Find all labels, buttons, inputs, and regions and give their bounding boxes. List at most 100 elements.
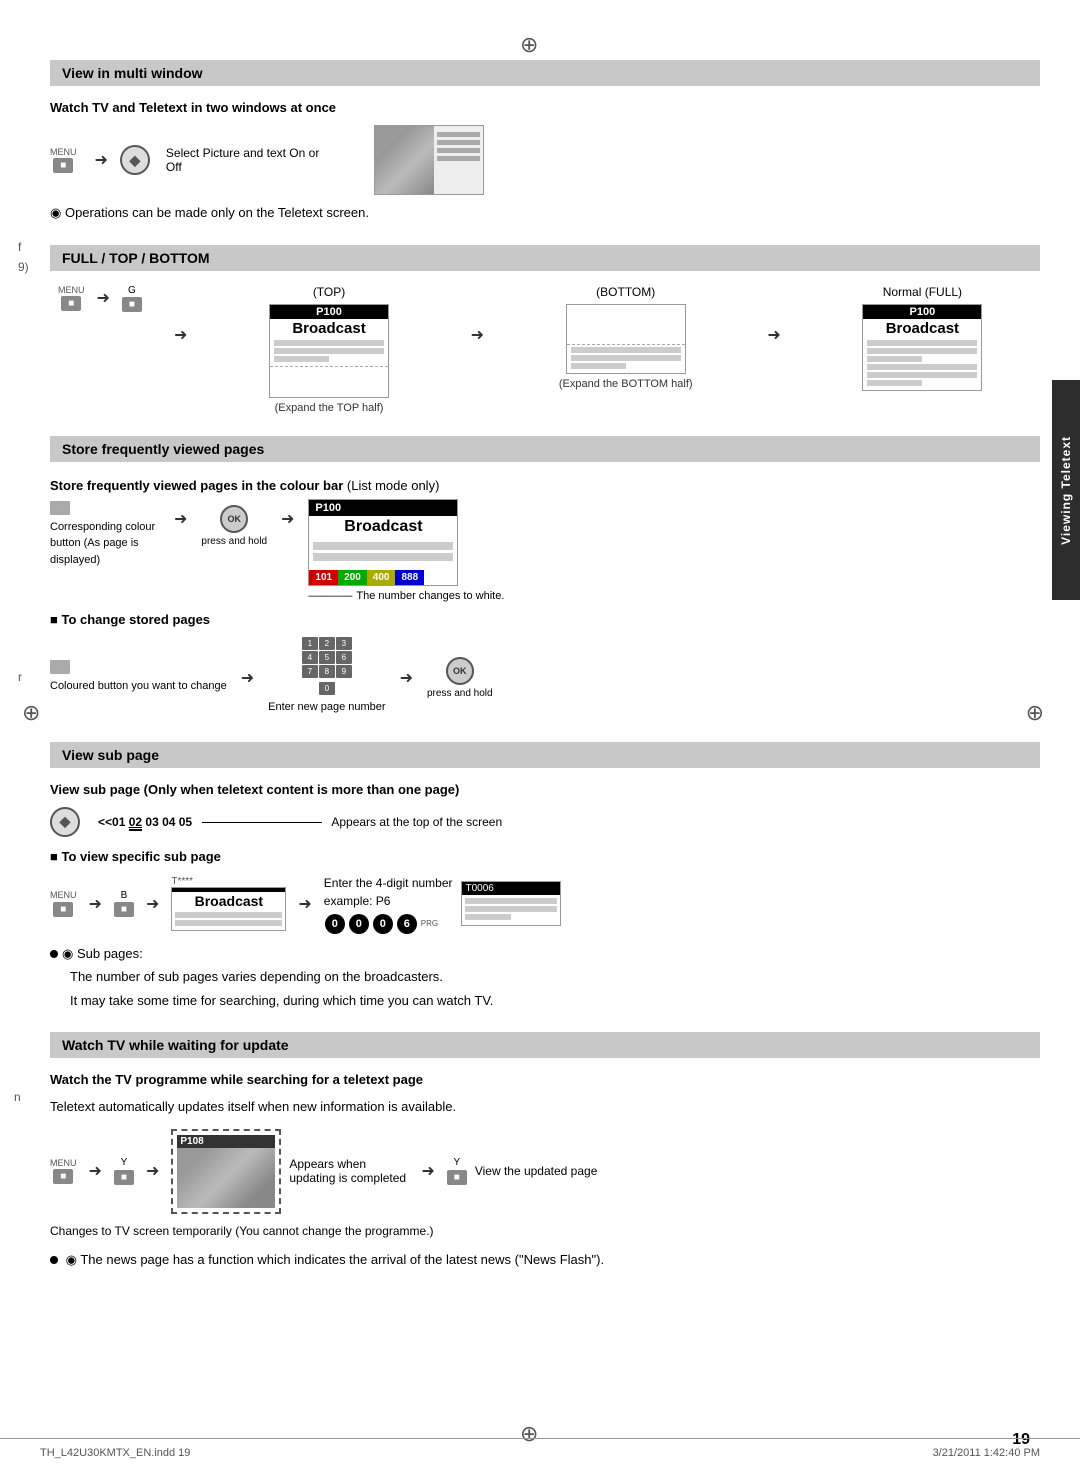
h-line-3 <box>274 356 329 362</box>
numpad-group: 1 2 3 4 5 6 7 8 9 0 Ent <box>268 637 385 720</box>
bottom-box-top-empty <box>567 305 685 345</box>
cb-yellow: 400 <box>367 570 396 585</box>
section-full-top-bottom: FULL / TOP / BOTTOM MENU ■ ➜ G ■ <box>50 245 1040 414</box>
subpage-indicator-row: <<01 02 03 04 05 Appears at the top of t… <box>50 807 1040 837</box>
full-box-header: P100 <box>863 305 981 319</box>
appears-top-note: Appears at the top of the screen <box>331 815 502 829</box>
left-margin-9: 9) <box>18 260 29 274</box>
changes-tv-temp: Changes to TV screen temporarily (You ca… <box>50 1222 1040 1240</box>
bb-line-2 <box>175 920 282 926</box>
crosshair-right: ⊕ <box>1026 700 1044 726</box>
key-0: 0 <box>319 682 335 695</box>
subpage-subsection-title: View sub page (Only when teletext conten… <box>50 782 1040 797</box>
store-box-p100: P100 <box>315 502 341 514</box>
y-btn-group: Y ■ <box>114 1157 134 1184</box>
crosshair-top: ⊕ <box>520 32 538 58</box>
footer-left: TH_L42U30KMTX_EN.indd 19 <box>40 1447 190 1459</box>
f-line-2 <box>867 348 977 354</box>
menu-btn-group: MENU ■ <box>50 147 77 173</box>
colour-btn-square <box>50 501 70 515</box>
expand-bottom-caption: (Expand the BOTTOM half) <box>508 378 743 390</box>
bullet-icon-1 <box>50 950 58 958</box>
specific-subpage-title: ■ To view specific sub page <box>50 849 1040 864</box>
key-4: 4 <box>302 651 318 664</box>
specific-subpage-row: MENU ■ ➜ B ■ ➜ T**** Bro <box>50 874 1040 934</box>
key-6: 6 <box>336 651 352 664</box>
full-box-broadcast: Broadcast <box>863 319 981 338</box>
page-footer: TH_L42U30KMTX_EN.indd 19 3/21/2011 1:42:… <box>0 1438 1080 1459</box>
menu-g-row: MENU ■ ➜ G ■ <box>58 285 142 312</box>
news-flash-note: ◉ The news page has a function which ind… <box>50 1250 1040 1270</box>
p108-container: P108 <box>171 1129 281 1214</box>
menu-btn-ftb: MENU ■ <box>58 285 85 311</box>
left-margin-r: r <box>18 670 22 684</box>
y-button2: ■ <box>447 1170 467 1185</box>
section5-subsection-title: Watch the TV programme while searching f… <box>50 1072 1040 1087</box>
change-stored-section: ■ To change stored pages Coloured button… <box>50 612 1040 720</box>
top-half-box: P100 Broadcast <box>269 304 389 398</box>
colour-btn-square2 <box>50 660 70 674</box>
store-row-main: Corresponding colour button (As page is … <box>50 499 1040 602</box>
subpage-notes: ◉ Sub pages: The number of sub pages var… <box>50 944 1040 1011</box>
ok-btn-store: OK press and hold <box>201 503 267 547</box>
dash-line: ———— <box>308 590 352 602</box>
h-line-1 <box>274 340 384 346</box>
prg-label: PRG <box>421 919 438 928</box>
tv-line-3 <box>437 148 480 153</box>
full-box-p100: P100 <box>910 306 936 318</box>
section-view-sub-page: View sub page View sub page (Only when t… <box>50 742 1040 1011</box>
arrow-ftb: ➜ <box>97 288 110 308</box>
f-line-1 <box>867 340 977 346</box>
top-box-p100: P100 <box>316 306 342 318</box>
subpage-note1: ◉ Sub pages: <box>50 944 1040 964</box>
watch-tv-update-row: MENU ■ ➜ Y ■ ➜ P108 <box>50 1129 1040 1214</box>
change-stored-row: Coloured button you want to change ➜ 1 2… <box>50 637 1040 720</box>
select-instruction: Select Picture and text On or Off <box>166 146 326 174</box>
menu-button-update: ■ <box>53 1169 73 1184</box>
bb-lines-sub <box>172 910 285 930</box>
bullet-icon-2 <box>50 1256 58 1264</box>
store-title-suffix: (List mode only) <box>347 478 439 493</box>
ok-btn-change: OK press and hold <box>427 657 493 699</box>
arrow-ftb3: ➜ <box>471 325 484 345</box>
s-line-1 <box>313 542 453 550</box>
b-btn-group: B ■ <box>114 890 134 917</box>
footer-right: 3/21/2011 1:42:40 PM <box>933 1447 1040 1459</box>
key-3: 3 <box>336 637 352 650</box>
coloured-btn-change: Coloured button you want to change <box>50 658 227 698</box>
full-col: Normal (FULL) P100 Broadcast <box>805 285 1040 391</box>
multi-window-row: MENU ■ ➜ Select Picture and text On or O… <box>50 125 1040 195</box>
bottom-box-lines <box>567 345 685 373</box>
nav-circle-icon-1 <box>120 145 150 175</box>
tv-left-panel <box>375 126 434 194</box>
y-label: Y <box>114 1157 134 1168</box>
bottom-col: (BOTTOM) (Expand the BOTTOM half) <box>508 285 743 390</box>
press-hold-2: press and hold <box>427 688 493 699</box>
arrow-change1: ➜ <box>241 668 254 688</box>
tv-right-panel <box>434 126 483 194</box>
b-line-3 <box>571 363 626 369</box>
t0006-lines <box>462 895 560 925</box>
ftb-container: MENU ■ ➜ G ■ ➜ (TOP) <box>50 285 1040 414</box>
tv-line-1 <box>437 132 480 137</box>
top-box-header: P100 <box>270 305 388 319</box>
s-line-2 <box>313 553 453 561</box>
colour-btn-group: Corresponding colour button (As page is … <box>50 499 160 572</box>
tv-line-4 <box>437 156 480 161</box>
news-flash-text: ◉ The news page has a function which ind… <box>66 1252 604 1267</box>
arrow-store1: ➜ <box>174 509 187 529</box>
enter-new-page-label: Enter new page number <box>268 699 385 716</box>
key-8: 8 <box>319 665 335 678</box>
section5-header: Watch TV while waiting for update <box>50 1032 1040 1058</box>
menu-label-sub: MENU <box>50 890 77 900</box>
section4-header: View sub page <box>50 742 1040 768</box>
nav-circle-sub <box>50 807 80 837</box>
digit-0-2: 0 <box>349 914 369 934</box>
digit-buttons-row: 0 0 0 6 PRG <box>324 914 453 934</box>
number-changes-note: ———— The number changes to white. <box>308 590 504 602</box>
key-1: 1 <box>302 637 318 650</box>
y-btn-group2: Y ■ <box>447 1157 467 1184</box>
digit-6: 6 <box>397 914 417 934</box>
crosshair-left: ⊕ <box>22 700 40 726</box>
p108-box: P108 <box>171 1129 281 1214</box>
